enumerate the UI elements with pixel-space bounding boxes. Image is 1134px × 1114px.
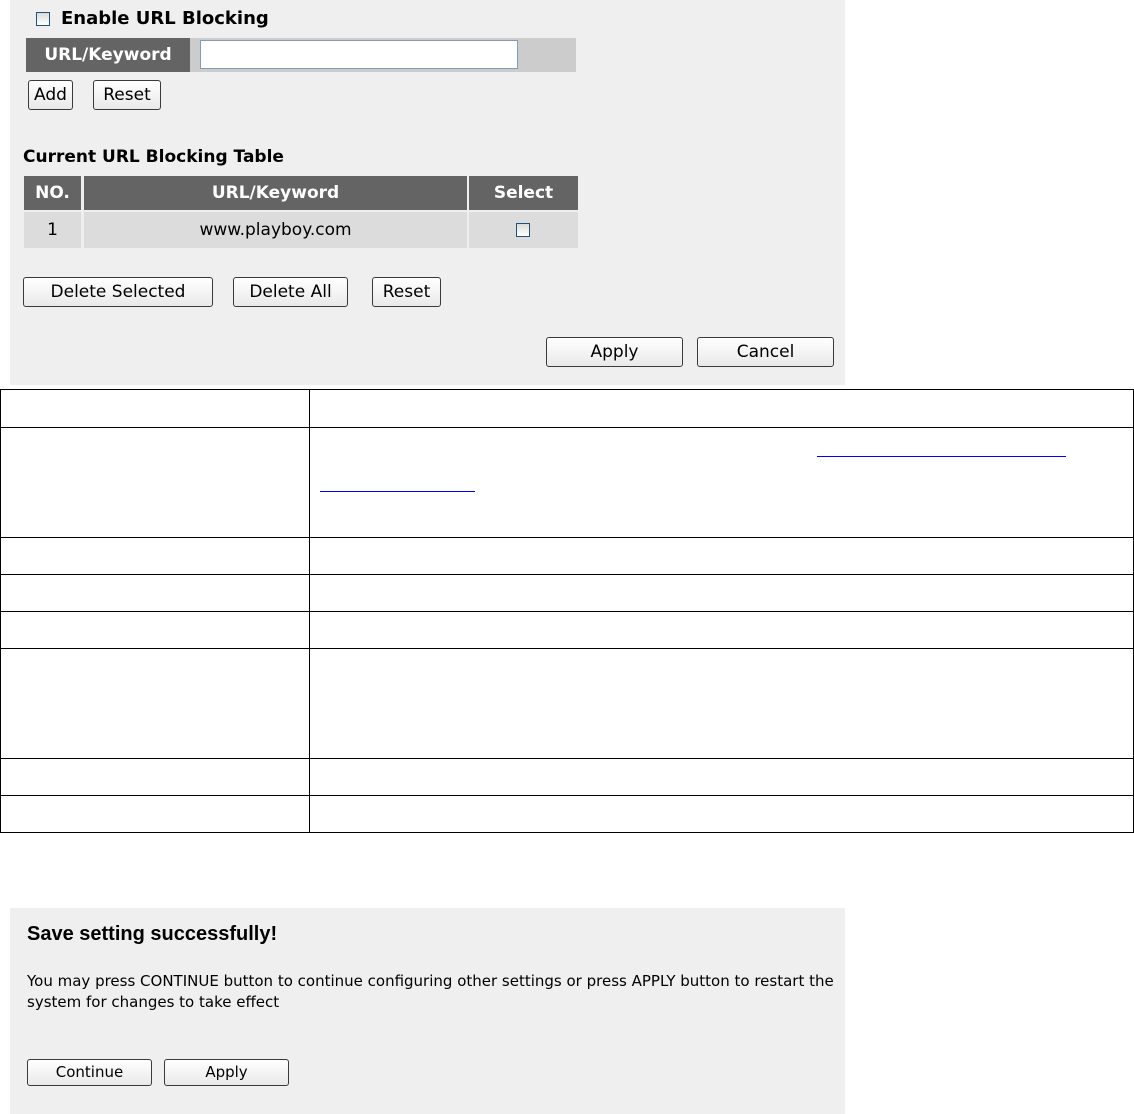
url-keyword-label: URL/Keyword [26,38,190,72]
dialog-apply-button[interactable]: Apply [164,1059,289,1086]
table-row [0,389,1134,428]
continue-button[interactable]: Continue [27,1059,152,1086]
table-row [0,795,1134,833]
table-title: Current URL Blocking Table [23,147,284,167]
delete-all-button[interactable]: Delete All [233,277,348,307]
save-dialog-title: Save setting successfully! [27,923,278,945]
row-url: www.playboy.com [84,212,467,248]
table-reset-button[interactable]: Reset [372,277,441,307]
header-url-keyword: URL/Keyword [84,176,467,210]
row-no: 1 [24,212,81,248]
link-underline[interactable] [320,491,475,492]
table-row [0,648,1134,759]
url-keyword-input[interactable] [200,40,518,69]
row-select-checkbox[interactable] [516,223,530,237]
table-row [0,427,1134,538]
header-no: NO. [24,176,81,210]
header-select: Select [469,176,578,210]
table-row [0,574,1134,612]
enable-url-blocking-label: Enable URL Blocking [61,8,269,29]
add-button[interactable]: Add [28,80,73,110]
apply-button[interactable]: Apply [546,337,683,367]
table-row [0,611,1134,649]
cancel-button[interactable]: Cancel [697,337,834,367]
enable-url-blocking-checkbox[interactable] [36,12,50,26]
table-row [0,758,1134,796]
save-dialog-message: You may press CONTINUE button to continu… [27,972,834,1011]
reset-button[interactable]: Reset [93,80,161,110]
table-row [0,537,1134,575]
link-underline[interactable] [817,456,1066,457]
delete-selected-button[interactable]: Delete Selected [23,277,213,307]
